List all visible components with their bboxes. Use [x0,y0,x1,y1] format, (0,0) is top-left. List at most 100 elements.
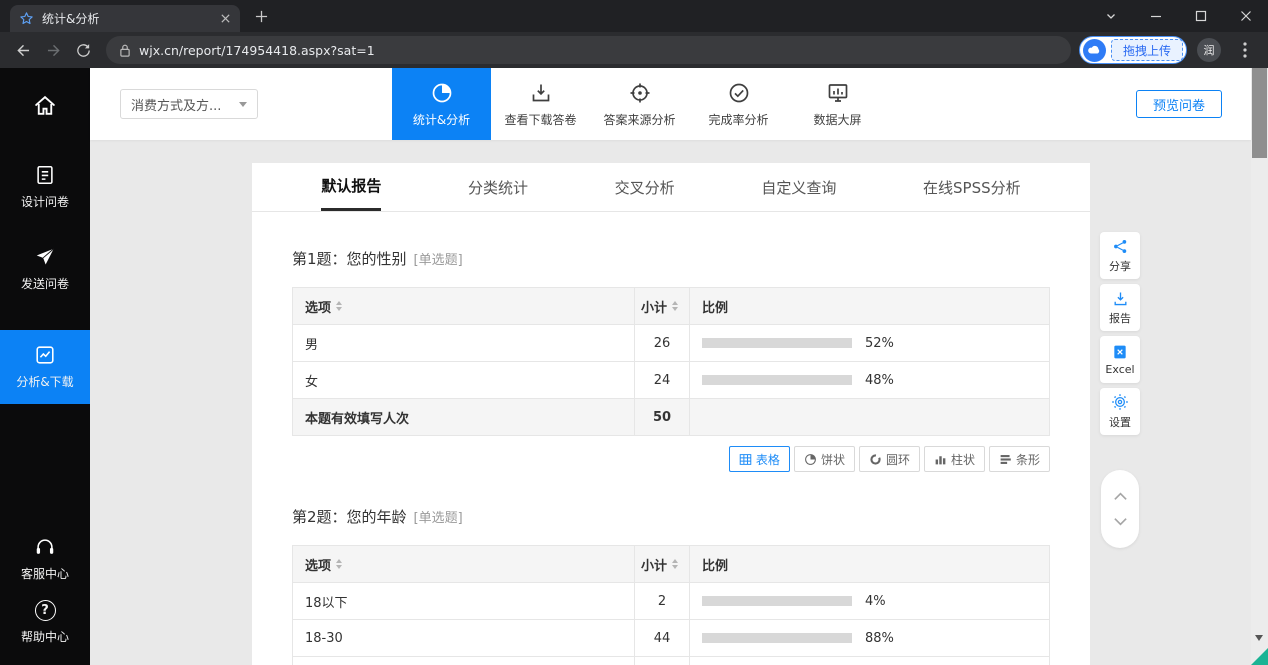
top-tab-label: 统计&分析 [413,111,470,128]
excel-export-button[interactable]: Excel [1100,336,1140,383]
count-cell: 24 [635,362,690,399]
tab-completion-rate[interactable]: 完成率分析 [689,68,788,140]
table-row: 18以下 2 4% [293,583,1050,620]
table-row: 男 26 52% [293,325,1050,362]
share-button[interactable]: 分享 [1100,232,1140,279]
sidebar-item-home[interactable] [0,84,90,126]
chart-btn-label: 条形 [1016,451,1040,468]
ratio-bar [702,375,852,385]
tab-answer-source[interactable]: 答案来源分析 [590,68,689,140]
question-title: 第1题：您的性别[单选题] [292,248,1050,269]
back-button[interactable] [8,35,38,65]
table-row: 女 24 48% [293,362,1050,399]
question-title-text: 第1题：您的性别 [292,250,407,268]
scrollbar[interactable] [1251,68,1268,665]
chevron-up-icon[interactable] [1113,492,1128,501]
scrollbar-down-arrow-icon[interactable] [1255,635,1263,641]
option-cell: 女 [293,362,635,399]
new-tab-button[interactable] [248,3,274,29]
report-tabs: 默认报告 分类统计 交叉分析 自定义查询 在线SPSS分析 [252,163,1090,212]
report-tab-cross[interactable]: 交叉分析 [615,163,675,211]
window-menu-chevron-icon[interactable] [1088,0,1133,32]
col-header-option[interactable]: 选项 [293,288,635,325]
paper-plane-icon [34,246,56,268]
tab-stats-analysis[interactable]: 统计&分析 [392,68,491,140]
close-window-button[interactable] [1223,0,1268,32]
chart-type-column-button[interactable]: 柱状 [924,446,985,472]
col-header-count[interactable]: 小计 [635,546,690,583]
sidebar-item-label: 设计问卷 [21,193,69,210]
tab-data-screen[interactable]: 数据大屏 [788,68,887,140]
analytics-chart-icon [34,344,56,366]
check-circle-icon [727,81,751,105]
top-tab-label: 查看下载答卷 [504,111,576,128]
percent-label: 48% [865,373,894,388]
float-item-label: 报告 [1109,310,1131,326]
report-tab-custom-query[interactable]: 自定义查询 [761,163,836,211]
sidebar-item-design[interactable]: 设计问卷 [0,164,90,210]
browser-tab-bar: 统计&分析 [0,0,1268,32]
pie-chart-icon [430,81,454,105]
ring-icon [869,453,882,466]
col-header-option[interactable]: 选项 [293,546,635,583]
settings-button[interactable]: 设置 [1100,388,1140,435]
minimize-button[interactable] [1133,0,1178,32]
report-tab-classified[interactable]: 分类统计 [468,163,528,211]
survey-dropdown[interactable]: 消费方式及方... [120,89,258,119]
col-header-count[interactable]: 小计 [635,288,690,325]
browser-url-bar: wjx.cn/report/174954418.aspx?sat=1 拖拽上传 … [0,32,1268,68]
chart-type-bar-button[interactable]: 条形 [989,446,1050,472]
question-type-tag: [单选题] [414,511,463,526]
stats-table: 选项 小计 比例 男 26 52% [292,287,1050,436]
report-download-button[interactable]: 报告 [1100,284,1140,331]
netdisk-extension: 拖拽上传 [1079,36,1187,64]
sidebar-item-analysis[interactable]: 分析&下载 [0,330,90,404]
browser-tab[interactable]: 统计&分析 [10,5,240,32]
count-cell: 2 [635,583,690,620]
col-header-ratio: 比例 [690,546,1050,583]
design-doc-icon [34,164,56,186]
browser-menu-icon[interactable] [1230,35,1260,65]
window-controls [1088,0,1268,32]
chart-type-ring-button[interactable]: 圆环 [859,446,920,472]
preview-survey-button[interactable]: 预览问卷 [1136,90,1222,118]
tab-close-icon[interactable] [220,13,231,24]
option-cell: 男 [293,325,635,362]
refresh-button[interactable] [68,35,98,65]
user-avatar[interactable]: 润 [1197,38,1221,62]
ratio-bar [702,596,852,606]
ratio-bar [702,633,852,643]
chart-type-pie-button[interactable]: 饼状 [794,446,855,472]
sort-icon[interactable] [672,301,678,311]
tab-view-download-answers[interactable]: 查看下载答卷 [491,68,590,140]
url-text: wjx.cn/report/174954418.aspx?sat=1 [139,43,375,58]
address-bar[interactable]: wjx.cn/report/174954418.aspx?sat=1 [106,36,1071,64]
sidebar-item-label: 发送问卷 [21,275,69,292]
sort-icon[interactable] [336,559,342,569]
bar-chart-icon [999,453,1012,466]
sort-icon[interactable] [336,301,342,311]
option-cell: 18以下 [293,583,635,620]
lock-icon [119,43,131,58]
report-tab-default[interactable]: 默认报告 [321,163,381,211]
chevron-down-icon[interactable] [1113,517,1128,526]
netdisk-cloud-icon[interactable] [1083,39,1106,62]
maximize-button[interactable] [1178,0,1223,32]
scrollbar-thumb[interactable] [1252,68,1267,158]
forward-button[interactable] [38,35,68,65]
sidebar-item-support[interactable]: 客服中心 [0,536,90,582]
sidebar-item-help[interactable]: ? 帮助中心 [0,600,90,645]
col-header-ratio: 比例 [690,288,1050,325]
option-cell [293,657,635,665]
count-cell: 26 [635,325,690,362]
chart-type-table-button[interactable]: 表格 [729,446,790,472]
question-title-text: 第2题：您的年龄 [292,508,407,526]
report-tab-spss[interactable]: 在线SPSS分析 [923,163,1021,211]
chart-btn-label: 饼状 [821,451,845,468]
share-icon [1112,238,1129,255]
chevron-down-icon [239,102,247,107]
sort-icon[interactable] [672,559,678,569]
top-toolbar: 消费方式及方... 统计&分析 查看下载答卷 [90,68,1251,140]
drag-upload-button[interactable]: 拖拽上传 [1111,39,1183,61]
sidebar-item-send[interactable]: 发送问卷 [0,246,90,292]
